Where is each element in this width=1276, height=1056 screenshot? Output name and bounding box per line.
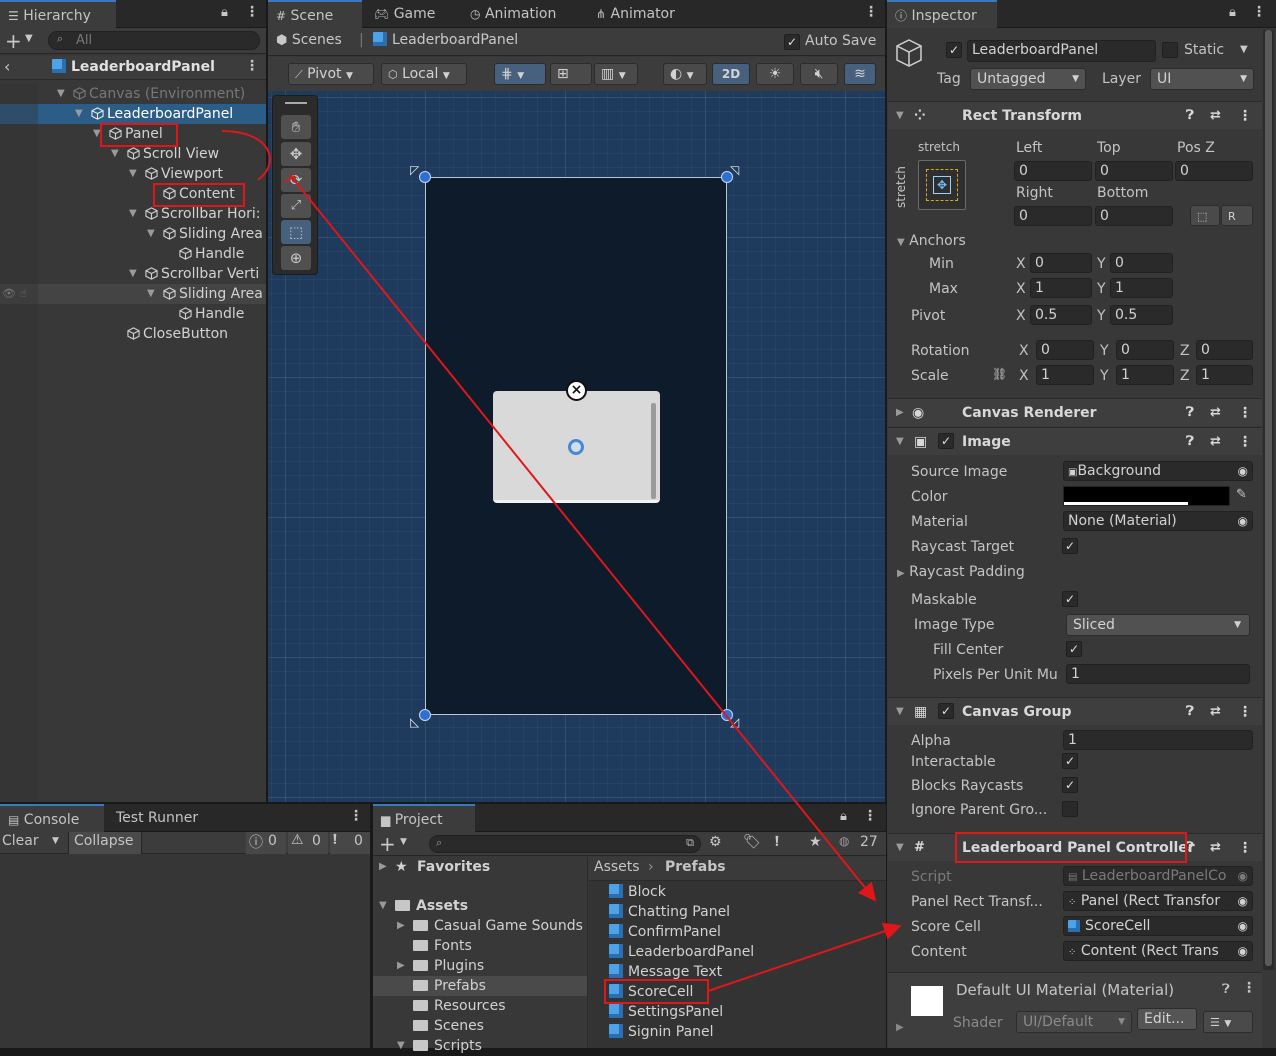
annotation-arrows	[221, 130, 902, 992]
